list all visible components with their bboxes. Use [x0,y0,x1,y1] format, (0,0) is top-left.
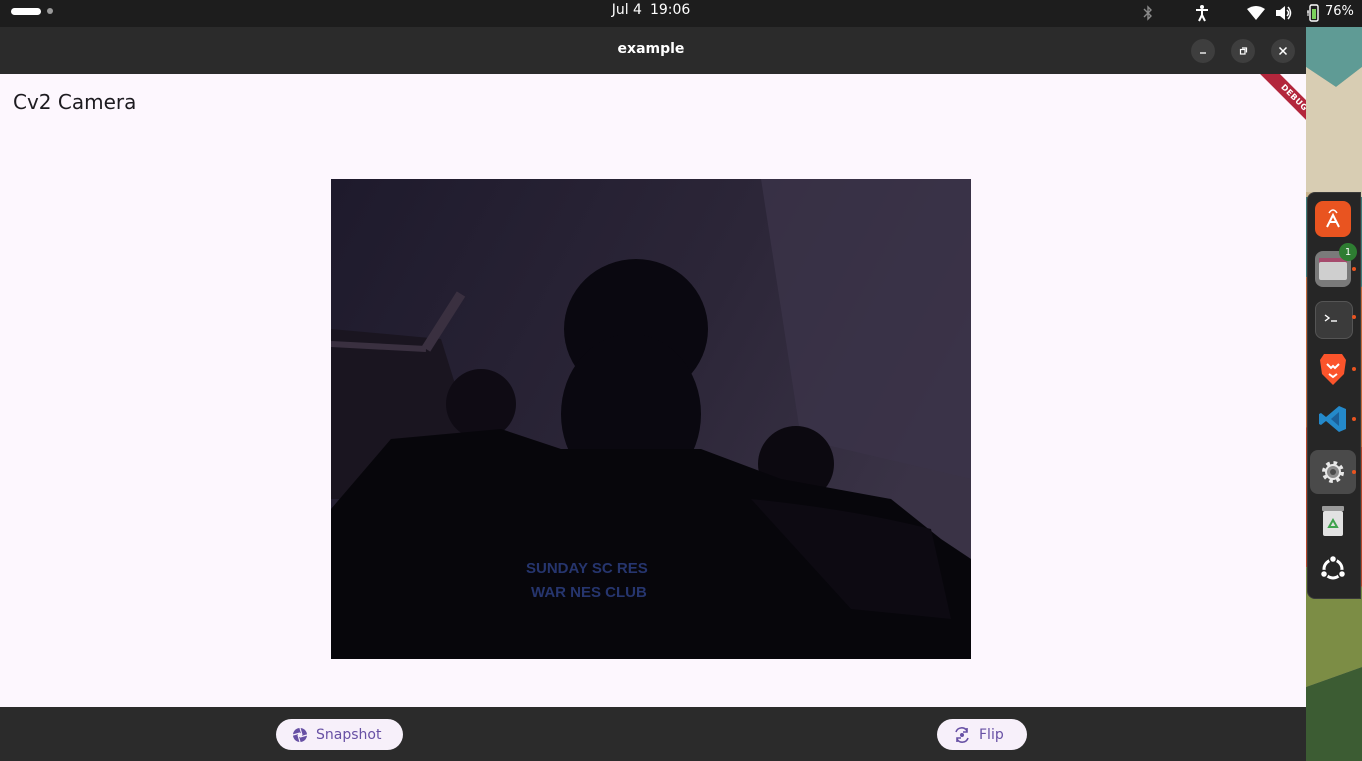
dock-trash[interactable] [1315,503,1351,539]
clock[interactable]: Jul 4 19:06 [0,2,1302,18]
minimize-button[interactable] [1191,39,1215,63]
gear-icon [1322,461,1344,483]
ubuntu-logo-icon [1319,555,1347,580]
vscode-running-indicator [1352,417,1356,421]
snapshot-label: Snapshot [316,726,382,743]
dock-vscode[interactable] [1315,401,1351,437]
clock-date: Jul 4 [611,2,642,18]
flip-camera-icon [955,726,969,743]
volume-icon[interactable] [1274,3,1294,23]
clock-time: 19:06 [649,2,691,18]
close-button[interactable] [1271,39,1295,63]
dock-brave-browser[interactable] [1315,351,1351,387]
files-notification-badge: 1 [1339,243,1357,261]
trash-icon [1322,506,1344,536]
close-icon [1278,46,1288,56]
app-bar-title: Cv2 Camera [13,90,137,114]
battery-percentage: 76% [1325,4,1354,19]
dock-settings[interactable] [1310,450,1356,494]
terminal-icon [1324,314,1337,322]
dock-app-center[interactable] [1315,201,1351,237]
battery-icon[interactable] [1304,3,1322,23]
brave-running-indicator [1352,367,1356,371]
application-dock: 1 [1307,192,1361,599]
vscode-icon [1319,406,1346,432]
flip-button[interactable]: Flip [937,719,1027,750]
terminal-running-indicator [1352,315,1356,319]
brave-lion-icon [1320,354,1346,385]
snapshot-button[interactable]: Snapshot [276,719,403,750]
window-titlebar: example [0,27,1306,74]
wifi-icon[interactable] [1246,3,1266,23]
system-top-bar: Jul 4 19:06 76% [0,0,1362,27]
flip-label: Flip [979,726,1004,743]
debug-banner: DEBUG [1250,74,1306,130]
bluetooth-icon[interactable] [1141,3,1155,23]
restore-icon [1239,47,1248,55]
dock-files[interactable]: 1 [1315,243,1357,287]
settings-running-indicator [1352,470,1356,474]
app-content: Cv2 Camera DEBUG SUNDAY SC RES WAR NES C… [0,74,1306,707]
minimize-icon [1200,52,1206,54]
bottom-action-bar: Snapshot Flip [0,707,1306,761]
accessibility-icon[interactable] [1193,3,1211,23]
camera-image: SUNDAY SC RES WAR NES CLUB [331,179,971,659]
files-running-indicator [1352,267,1356,271]
camera-preview: SUNDAY SC RES WAR NES CLUB [331,179,971,659]
shirt-text-line1: SUNDAY SC RES [526,560,648,577]
camera-shutter-icon [292,727,308,742]
dock-show-apps[interactable] [1315,551,1351,587]
debug-banner-label: DEBUG [1253,74,1306,130]
folder-icon [1319,258,1347,280]
shirt-text-line2: WAR NES CLUB [531,584,647,601]
dock-terminal[interactable] [1315,301,1353,339]
window-title: example [617,41,685,57]
maximize-button[interactable] [1231,39,1255,63]
app-center-icon [1326,209,1340,228]
